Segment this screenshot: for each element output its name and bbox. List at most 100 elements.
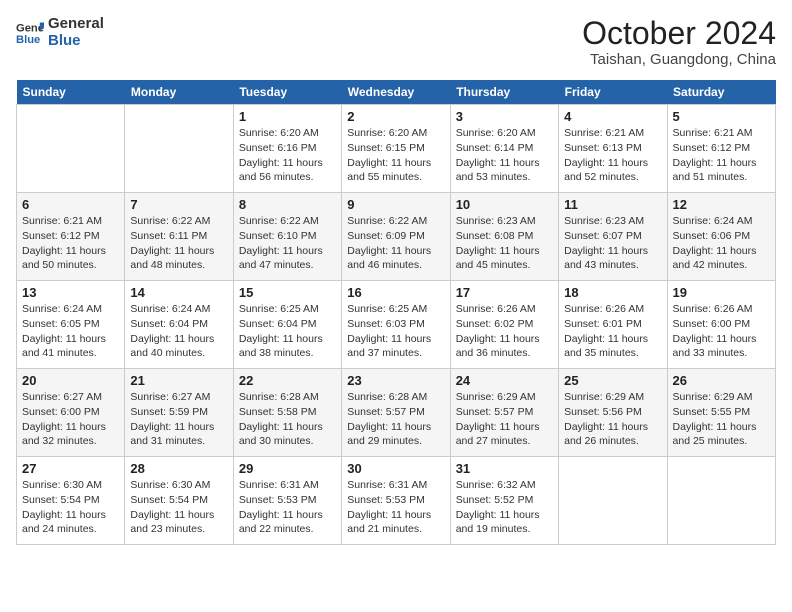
- day-info: Sunrise: 6:24 AM Sunset: 6:05 PM Dayligh…: [22, 302, 119, 361]
- calendar-cell: 13 Sunrise: 6:24 AM Sunset: 6:05 PM Dayli…: [17, 281, 125, 369]
- day-info: Sunrise: 6:22 AM Sunset: 6:10 PM Dayligh…: [239, 214, 336, 273]
- day-number: 24: [456, 373, 553, 388]
- day-info: Sunrise: 6:26 AM Sunset: 6:02 PM Dayligh…: [456, 302, 553, 361]
- day-number: 11: [564, 197, 661, 212]
- calendar-cell: [17, 105, 125, 193]
- week-row-2: 6 Sunrise: 6:21 AM Sunset: 6:12 PM Daylig…: [17, 193, 776, 281]
- day-number: 14: [130, 285, 227, 300]
- calendar-cell: 12 Sunrise: 6:24 AM Sunset: 6:06 PM Dayli…: [667, 193, 775, 281]
- header-row: Sunday Monday Tuesday Wednesday Thursday…: [17, 80, 776, 105]
- day-info: Sunrise: 6:30 AM Sunset: 5:54 PM Dayligh…: [130, 478, 227, 537]
- day-number: 9: [347, 197, 444, 212]
- day-number: 8: [239, 197, 336, 212]
- day-info: Sunrise: 6:20 AM Sunset: 6:15 PM Dayligh…: [347, 126, 444, 185]
- calendar-cell: 28Sunrise: 6:30 AM Sunset: 5:54 PM Dayli…: [125, 457, 233, 545]
- day-info: Sunrise: 6:26 AM Sunset: 6:00 PM Dayligh…: [673, 302, 770, 361]
- day-number: 21: [130, 373, 227, 388]
- day-number: 23: [347, 373, 444, 388]
- logo-icon: General Blue: [16, 19, 44, 47]
- calendar-cell: 29 Sunrise: 6:31 AM Sunset: 5:53 PM Dayli…: [233, 457, 341, 545]
- calendar-cell: 27Sunrise: 6:30 AM Sunset: 5:54 PM Dayli…: [17, 457, 125, 545]
- header-sunday: Sunday: [17, 80, 125, 105]
- day-info: Sunrise: 6:20 AM Sunset: 6:16 PM Dayligh…: [239, 126, 336, 185]
- day-info: Sunrise: 6:23 AM Sunset: 6:08 PM Dayligh…: [456, 214, 553, 273]
- day-info: Sunrise: 6:29 AM Sunset: 5:57 PM Dayligh…: [456, 390, 553, 449]
- day-number: 13: [22, 285, 119, 300]
- day-number: 25: [564, 373, 661, 388]
- day-info: Sunrise: 6:24 AM Sunset: 6:04 PM Dayligh…: [130, 302, 227, 361]
- calendar-cell: 4Sunrise: 6:21 AM Sunset: 6:13 PM Daylig…: [559, 105, 667, 193]
- day-number: 31: [456, 461, 553, 476]
- calendar-cell: 30 Sunrise: 6:31 AM Sunset: 5:53 PM Dayli…: [342, 457, 450, 545]
- svg-text:Blue: Blue: [16, 33, 40, 45]
- day-number: 19: [673, 285, 770, 300]
- day-info: Sunrise: 6:21 AM Sunset: 6:13 PM Dayligh…: [564, 126, 661, 185]
- day-number: 20: [22, 373, 119, 388]
- calendar-cell: 17 Sunrise: 6:26 AM Sunset: 6:02 PM Dayli…: [450, 281, 558, 369]
- day-number: 10: [456, 197, 553, 212]
- logo-general-text: General: [48, 16, 104, 33]
- day-info: Sunrise: 6:27 AM Sunset: 5:59 PM Dayligh…: [130, 390, 227, 449]
- week-row-1: 1 Sunrise: 6:20 AM Sunset: 6:16 PM Daylig…: [17, 105, 776, 193]
- calendar-cell: 10 Sunrise: 6:23 AM Sunset: 6:08 PM Dayli…: [450, 193, 558, 281]
- day-info: Sunrise: 6:32 AM Sunset: 5:52 PM Dayligh…: [456, 478, 553, 537]
- calendar-cell: 23 Sunrise: 6:28 AM Sunset: 5:57 PM Dayli…: [342, 369, 450, 457]
- calendar-cell: 6 Sunrise: 6:21 AM Sunset: 6:12 PM Daylig…: [17, 193, 125, 281]
- calendar-cell: 9Sunrise: 6:22 AM Sunset: 6:09 PM Daylig…: [342, 193, 450, 281]
- header-thursday: Thursday: [450, 80, 558, 105]
- day-number: 17: [456, 285, 553, 300]
- day-number: 22: [239, 373, 336, 388]
- calendar-cell: [667, 457, 775, 545]
- day-info: Sunrise: 6:29 AM Sunset: 5:56 PM Dayligh…: [564, 390, 661, 449]
- calendar-cell: 24 Sunrise: 6:29 AM Sunset: 5:57 PM Dayli…: [450, 369, 558, 457]
- day-number: 5: [673, 109, 770, 124]
- day-number: 3: [456, 109, 553, 124]
- day-info: Sunrise: 6:31 AM Sunset: 5:53 PM Dayligh…: [239, 478, 336, 537]
- day-number: 16: [347, 285, 444, 300]
- day-info: Sunrise: 6:24 AM Sunset: 6:06 PM Dayligh…: [673, 214, 770, 273]
- calendar-cell: [559, 457, 667, 545]
- day-number: 27: [22, 461, 119, 476]
- calendar-cell: 8 Sunrise: 6:22 AM Sunset: 6:10 PM Daylig…: [233, 193, 341, 281]
- calendar-cell: 26Sunrise: 6:29 AM Sunset: 5:55 PM Dayli…: [667, 369, 775, 457]
- calendar-cell: 7Sunrise: 6:22 AM Sunset: 6:11 PM Daylig…: [125, 193, 233, 281]
- header-saturday: Saturday: [667, 80, 775, 105]
- calendar-cell: 5 Sunrise: 6:21 AM Sunset: 6:12 PM Daylig…: [667, 105, 775, 193]
- day-info: Sunrise: 6:23 AM Sunset: 6:07 PM Dayligh…: [564, 214, 661, 273]
- location: Taishan, Guangdong, China: [582, 51, 776, 68]
- calendar-cell: 25 Sunrise: 6:29 AM Sunset: 5:56 PM Dayli…: [559, 369, 667, 457]
- day-info: Sunrise: 6:28 AM Sunset: 5:58 PM Dayligh…: [239, 390, 336, 449]
- month-title: October 2024: [582, 16, 776, 51]
- calendar-cell: 16 Sunrise: 6:25 AM Sunset: 6:03 PM Dayli…: [342, 281, 450, 369]
- day-info: Sunrise: 6:25 AM Sunset: 6:04 PM Dayligh…: [239, 302, 336, 361]
- day-number: 12: [673, 197, 770, 212]
- calendar-cell: 11 Sunrise: 6:23 AM Sunset: 6:07 PM Dayli…: [559, 193, 667, 281]
- day-info: Sunrise: 6:21 AM Sunset: 6:12 PM Dayligh…: [673, 126, 770, 185]
- calendar-cell: 2 Sunrise: 6:20 AM Sunset: 6:15 PM Daylig…: [342, 105, 450, 193]
- day-number: 30: [347, 461, 444, 476]
- day-number: 2: [347, 109, 444, 124]
- day-info: Sunrise: 6:20 AM Sunset: 6:14 PM Dayligh…: [456, 126, 553, 185]
- title-block: October 2024 Taishan, Guangdong, China: [582, 16, 776, 68]
- header-friday: Friday: [559, 80, 667, 105]
- logo-blue-text: Blue: [48, 33, 104, 50]
- header-monday: Monday: [125, 80, 233, 105]
- day-info: Sunrise: 6:22 AM Sunset: 6:11 PM Dayligh…: [130, 214, 227, 273]
- day-number: 1: [239, 109, 336, 124]
- calendar-cell: 15 Sunrise: 6:25 AM Sunset: 6:04 PM Dayli…: [233, 281, 341, 369]
- day-info: Sunrise: 6:25 AM Sunset: 6:03 PM Dayligh…: [347, 302, 444, 361]
- calendar-cell: 31 Sunrise: 6:32 AM Sunset: 5:52 PM Dayli…: [450, 457, 558, 545]
- day-number: 15: [239, 285, 336, 300]
- calendar-cell: 19 Sunrise: 6:26 AM Sunset: 6:00 PM Dayli…: [667, 281, 775, 369]
- day-info: Sunrise: 6:31 AM Sunset: 5:53 PM Dayligh…: [347, 478, 444, 537]
- day-number: 18: [564, 285, 661, 300]
- calendar-cell: 3 Sunrise: 6:20 AM Sunset: 6:14 PM Daylig…: [450, 105, 558, 193]
- calendar-cell: 22 Sunrise: 6:28 AM Sunset: 5:58 PM Dayli…: [233, 369, 341, 457]
- week-row-4: 20Sunrise: 6:27 AM Sunset: 6:00 PM Dayli…: [17, 369, 776, 457]
- page-header: General Blue General Blue October 2024 T…: [16, 16, 776, 68]
- calendar-cell: 21 Sunrise: 6:27 AM Sunset: 5:59 PM Dayli…: [125, 369, 233, 457]
- day-info: Sunrise: 6:21 AM Sunset: 6:12 PM Dayligh…: [22, 214, 119, 273]
- day-info: Sunrise: 6:28 AM Sunset: 5:57 PM Dayligh…: [347, 390, 444, 449]
- day-number: 6: [22, 197, 119, 212]
- day-number: 29: [239, 461, 336, 476]
